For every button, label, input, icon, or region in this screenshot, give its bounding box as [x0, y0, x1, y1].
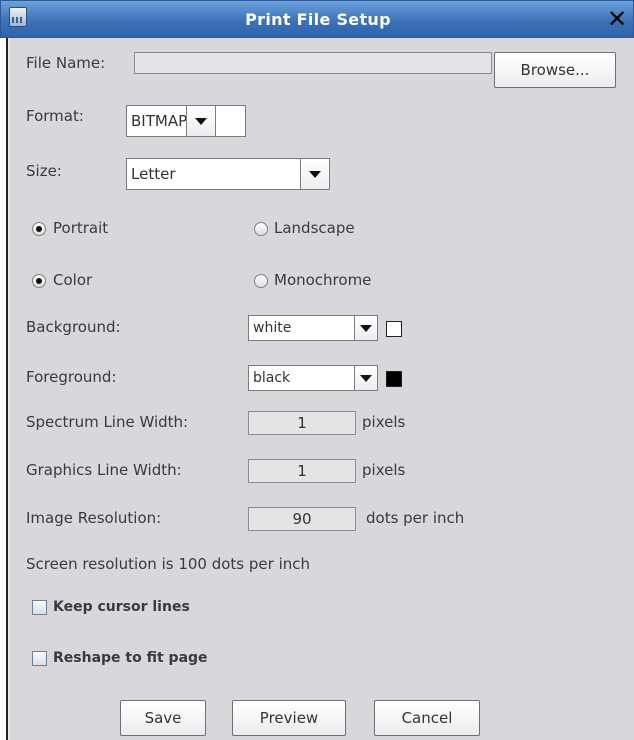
reshape-to-fit-label: Reshape to fit page: [53, 650, 208, 666]
size-select-value: Letter: [131, 165, 176, 183]
chevron-down-icon: [195, 118, 207, 125]
title-bar[interactable]: Print File Setup ✕: [0, 0, 634, 38]
chevron-down-icon: [309, 171, 321, 178]
chevron-down-icon: [360, 375, 372, 382]
dialog-content: File Name: Browse... Format: BITMAP Size…: [10, 38, 634, 740]
file-name-input[interactable]: [134, 52, 492, 74]
foreground-dropdown-arrow[interactable]: [354, 365, 378, 391]
cancel-button[interactable]: Cancel: [374, 700, 480, 736]
portrait-label: Portrait: [53, 219, 109, 237]
foreground-select[interactable]: black: [248, 365, 378, 391]
reshape-to-fit-checkbox[interactable]: [32, 651, 47, 666]
landscape-radio[interactable]: [254, 222, 268, 236]
background-select[interactable]: white: [248, 315, 378, 341]
size-select[interactable]: Letter: [126, 158, 330, 190]
size-dropdown-arrow[interactable]: [300, 158, 330, 190]
close-icon[interactable]: ✕: [603, 5, 631, 33]
size-label: Size:: [26, 162, 62, 180]
save-button[interactable]: Save: [120, 700, 206, 736]
color-label: Color: [53, 271, 93, 289]
foreground-label: Foreground:: [26, 368, 117, 386]
portrait-radio[interactable]: [32, 222, 46, 236]
format-select-value: BITMAP: [131, 112, 188, 130]
image-resolution-label: Image Resolution:: [26, 509, 162, 527]
background-select-value: white: [253, 320, 292, 336]
graphics-line-width-unit: pixels: [362, 461, 406, 479]
screen-resolution-text: Screen resolution is 100 dots per inch: [26, 555, 310, 573]
spectrum-line-width-input[interactable]: 1: [248, 411, 356, 435]
graphics-line-width-label: Graphics Line Width:: [26, 461, 182, 479]
keep-cursor-lines-checkbox[interactable]: [32, 600, 47, 615]
print-file-setup-dialog: Print File Setup ✕ File Name: Browse... …: [0, 0, 634, 740]
image-resolution-unit: dots per inch: [366, 509, 465, 527]
color-radio[interactable]: [32, 274, 46, 288]
browse-button[interactable]: Browse...: [494, 52, 616, 88]
format-dropdown-arrow[interactable]: [186, 105, 216, 137]
foreground-select-value: black: [253, 370, 291, 386]
chevron-down-icon: [360, 325, 372, 332]
background-label: Background:: [26, 318, 121, 336]
background-dropdown-arrow[interactable]: [354, 315, 378, 341]
preview-button[interactable]: Preview: [232, 700, 346, 736]
landscape-label: Landscape: [274, 219, 355, 237]
background-color-swatch[interactable]: [386, 321, 402, 337]
window-left-border: [0, 38, 8, 740]
spectrum-line-width-label: Spectrum Line Width:: [26, 413, 189, 431]
keep-cursor-lines-label: Keep cursor lines: [53, 599, 190, 615]
monochrome-label: Monochrome: [274, 271, 372, 289]
image-resolution-input[interactable]: 90: [248, 507, 356, 531]
foreground-color-swatch[interactable]: [386, 371, 402, 387]
spectrum-line-width-unit: pixels: [362, 413, 406, 431]
window-title: Print File Setup: [245, 10, 391, 29]
format-select[interactable]: BITMAP: [126, 105, 246, 137]
monochrome-radio[interactable]: [254, 274, 268, 288]
file-name-label: File Name:: [26, 54, 106, 72]
graphics-line-width-input[interactable]: 1: [248, 459, 356, 483]
format-label: Format:: [26, 107, 84, 125]
